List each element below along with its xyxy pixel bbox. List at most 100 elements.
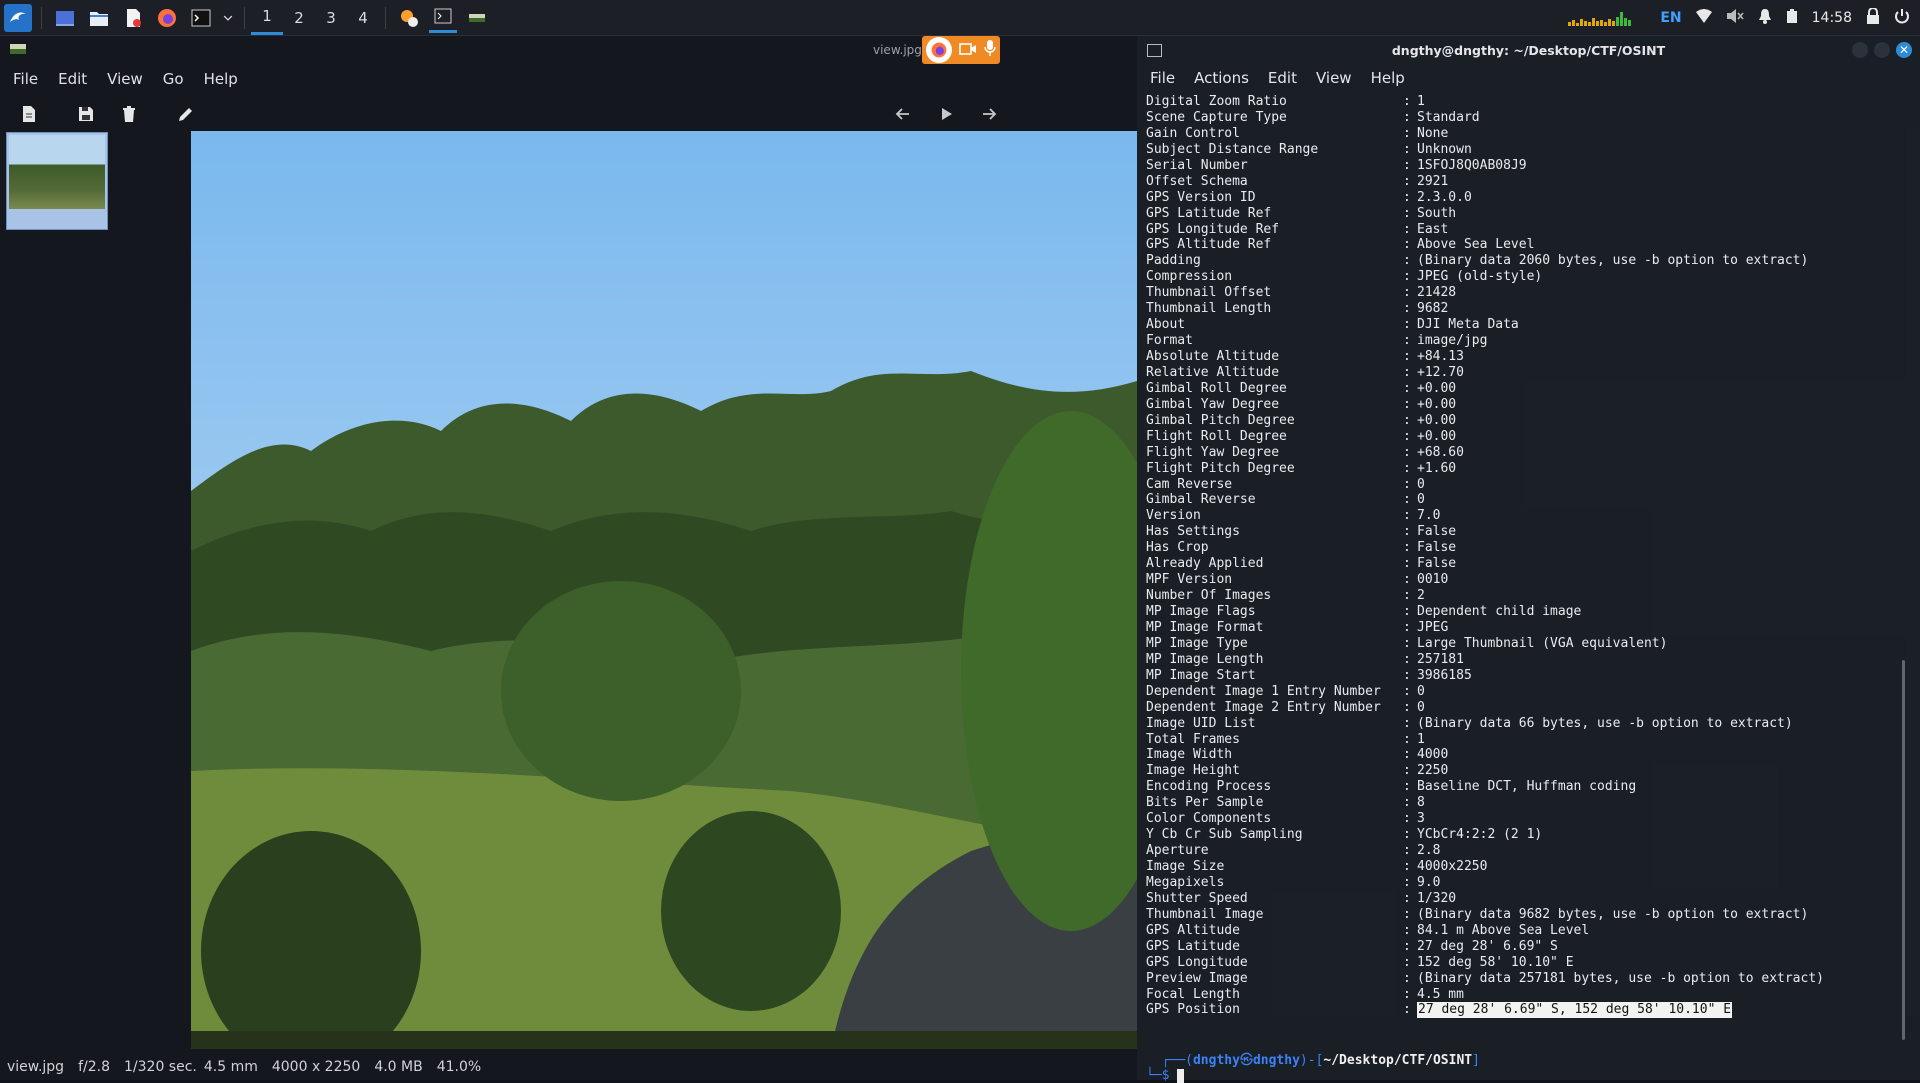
exif-value: 1	[1417, 94, 1425, 109]
image-task-icon[interactable]	[463, 4, 491, 32]
menu-help[interactable]: Help	[191, 66, 245, 92]
exif-key: Thumbnail Length	[1146, 301, 1272, 317]
exif-key: Has Settings	[1146, 524, 1240, 540]
battery-icon[interactable]	[1786, 8, 1798, 28]
exif-colon: :	[1403, 189, 1411, 205]
open-file-button[interactable]	[15, 100, 43, 128]
desktop-icon[interactable]	[51, 4, 79, 32]
bell-icon[interactable]	[1758, 8, 1772, 28]
exif-colon: :	[1403, 811, 1411, 827]
workspace-1[interactable]: 1	[251, 0, 283, 35]
firefox-icon[interactable]	[153, 4, 181, 32]
exif-colon: :	[1403, 906, 1411, 922]
prompt-host: dngthy	[1252, 1053, 1300, 1068]
exif-value: 2250	[1417, 763, 1449, 779]
exif-row: Image Height:2250	[1146, 763, 1886, 779]
terminal-scrollbar[interactable]	[1902, 660, 1905, 1040]
exif-colon: :	[1403, 619, 1411, 635]
exif-colon: :	[1403, 970, 1411, 986]
exif-colon: :	[1403, 890, 1411, 906]
exif-row: MP Image Type: Large Thumbnail (VGA equiv…	[1146, 636, 1886, 652]
file-manager-icon[interactable]	[85, 4, 113, 32]
maximize-button[interactable]	[1874, 42, 1890, 58]
exif-row: Shutter Speed:1/320	[1146, 891, 1886, 907]
menu-view[interactable]: View	[94, 66, 150, 92]
volume-muted-icon[interactable]	[1726, 8, 1744, 28]
exif-colon: :	[1403, 572, 1411, 588]
workspace-2[interactable]: 2	[283, 0, 315, 35]
chevron-down-icon[interactable]	[221, 4, 235, 32]
exif-value: +0.00	[1417, 412, 1457, 428]
arrow-right-icon	[983, 108, 997, 120]
exif-value: JPEG (old-style)	[1417, 269, 1543, 285]
workspace-4[interactable]: 4	[347, 0, 379, 35]
terminal-prompt[interactable]: ┌──(dngthy㉿dngthy)-[~/Desktop/CTF/OSINT]…	[1146, 1038, 1480, 1083]
terminal-output[interactable]: Digital Zoom Ratio:1 Scene Capture Type: S…	[1146, 94, 1886, 1054]
next-button[interactable]	[975, 100, 1003, 128]
exif-colon: :	[1403, 476, 1411, 492]
taskbar: 1 2 3 4 EN 14:58	[0, 0, 1920, 36]
screen-share-indicator[interactable]	[922, 36, 1000, 64]
exif-colon: :	[1403, 938, 1411, 954]
thumbnail-selected[interactable]	[6, 132, 108, 230]
exif-colon: :	[1403, 604, 1411, 619]
term-menu-actions[interactable]: Actions	[1181, 66, 1255, 90]
viewer-task-icon[interactable]	[395, 4, 423, 32]
exif-key: Format	[1146, 333, 1193, 349]
power-icon[interactable]	[1894, 8, 1910, 28]
exif-row: GPS Longitude:152 deg 58' 10.10" E	[1146, 955, 1886, 971]
workspace-3[interactable]: 3	[315, 0, 347, 35]
exif-row: Offset Schema:2921	[1146, 174, 1886, 190]
arrow-left-icon	[895, 108, 909, 120]
minimize-button[interactable]	[1852, 42, 1868, 58]
exif-row: GPS Altitude Ref: Above Sea Level	[1146, 237, 1886, 253]
exif-value: +0.00	[1417, 428, 1457, 444]
close-button[interactable]: ✕	[1896, 42, 1912, 58]
terminal-icon[interactable]	[187, 4, 215, 32]
exif-row: Total Frames:1	[1146, 732, 1886, 748]
term-menu-edit[interactable]: Edit	[1255, 66, 1303, 90]
exif-colon: :	[1403, 349, 1411, 364]
exif-value: 0	[1417, 492, 1425, 508]
menu-edit[interactable]: Edit	[45, 66, 94, 92]
edit-button[interactable]	[172, 100, 200, 128]
exif-key: Version	[1146, 508, 1201, 524]
exif-row: Image Width:4000	[1146, 747, 1886, 763]
menu-go[interactable]: Go	[150, 66, 191, 92]
kali-menu-icon[interactable]	[4, 3, 32, 32]
exif-colon: :	[1403, 221, 1411, 237]
exif-row: Flight Yaw Degree: +68.60	[1146, 445, 1886, 461]
terminal-task-icon[interactable]	[429, 2, 457, 33]
exif-row: GPS Position:27 deg 28' 6.69" S, 152 deg…	[1146, 1002, 1886, 1019]
previous-button[interactable]	[889, 100, 917, 128]
keyboard-layout-indicator[interactable]: EN	[1660, 10, 1681, 26]
exif-key: GPS Altitude	[1146, 922, 1240, 938]
slideshow-button[interactable]	[932, 100, 960, 128]
wifi-icon[interactable]	[1695, 8, 1712, 27]
text-editor-icon[interactable]	[119, 4, 147, 32]
exif-value: 84.1 m Above Sea Level	[1417, 922, 1590, 938]
save-button[interactable]	[72, 100, 100, 128]
status-focal: 4.5 mm	[203, 1058, 258, 1075]
exif-row: GPS Altitude:84.1 m Above Sea Level	[1146, 923, 1886, 939]
exif-row: Gimbal Pitch Degree: +0.00	[1146, 413, 1886, 429]
delete-button[interactable]	[115, 100, 143, 128]
play-icon	[942, 108, 952, 120]
clock[interactable]: 14:58	[1812, 10, 1852, 26]
term-menu-file[interactable]: File	[1137, 66, 1181, 90]
microphone-icon	[984, 39, 997, 61]
term-menu-view[interactable]: View	[1303, 66, 1358, 90]
main-photo[interactable]	[191, 131, 1137, 1049]
exif-key: Relative Altitude	[1146, 364, 1280, 380]
exif-row: Has Crop: False	[1146, 540, 1886, 556]
exif-key: Absolute Altitude	[1146, 349, 1280, 364]
exif-row: Padding: (Binary data 2060 bytes, use -b …	[1146, 253, 1886, 269]
exif-row: MP Image Flags: Dependent child image	[1146, 604, 1886, 620]
exif-key: Compression	[1146, 269, 1233, 285]
exif-value: 1	[1417, 731, 1425, 747]
term-menu-help[interactable]: Help	[1358, 66, 1411, 90]
menu-file[interactable]: File	[0, 66, 45, 92]
exif-value: +0.00	[1417, 380, 1457, 396]
lock-icon[interactable]	[1866, 6, 1880, 28]
exif-row: Serial Number:1SFOJ8Q0AB08J9	[1146, 158, 1886, 174]
